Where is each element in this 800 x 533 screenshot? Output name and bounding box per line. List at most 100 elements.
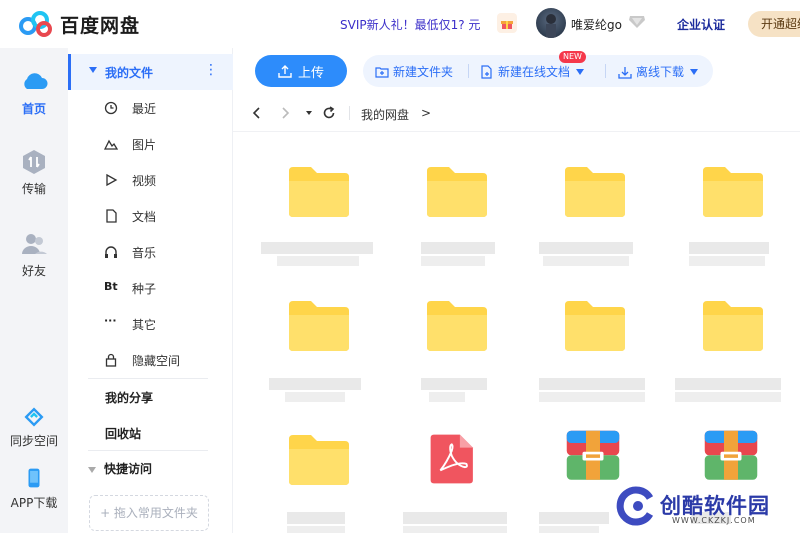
breadcrumb-bar: 我的网盘 > <box>233 94 800 132</box>
download-icon <box>618 66 632 79</box>
app-name: 百度网盘 <box>60 14 141 37</box>
sidebar-item-label: 图片 <box>132 138 157 152</box>
file-tile[interactable] <box>395 160 515 280</box>
toolbar-divider <box>605 64 606 78</box>
baidu-netdisk-logo-icon <box>19 11 52 37</box>
file-tile[interactable] <box>257 160 377 280</box>
quick-access-label: 快捷访问 <box>104 462 153 476</box>
sidebar-item-quick-access[interactable]: 快捷访问 <box>88 460 152 477</box>
svip-promo-link[interactable]: SVIP新人礼！最低仅1? 元 <box>340 16 480 33</box>
watermark-logo-icon <box>616 486 654 526</box>
sidebar-item-hidden-space[interactable]: 隐藏空间 <box>68 342 233 378</box>
play-icon <box>106 173 118 187</box>
sidebar-item-others[interactable]: ··· 其它 <box>68 306 233 342</box>
document-icon <box>106 209 117 223</box>
file-tile[interactable] <box>257 294 377 414</box>
pdf-file-icon <box>430 434 473 484</box>
sync-icon <box>24 407 44 427</box>
sidebar-item-recycle-bin[interactable]: 回收站 <box>105 425 141 442</box>
upload-button[interactable]: 上传 <box>255 55 347 87</box>
drop-zone-frequent-folders[interactable]: + 拖入常用文件夹 <box>89 495 209 531</box>
file-tile[interactable] <box>671 160 791 280</box>
new-folder-button[interactable]: 新建文件夹 <box>375 63 453 80</box>
vip-diamond-icon[interactable] <box>628 15 646 29</box>
file-name-redacted <box>257 504 377 533</box>
folder-icon <box>703 301 763 351</box>
sidebar-item-my-files[interactable]: 我的文件 ⋮ <box>68 54 233 90</box>
folder-icon <box>427 301 487 351</box>
username[interactable]: 唯爱纶go <box>571 16 622 33</box>
file-name-redacted <box>395 370 515 404</box>
chevron-down-icon <box>690 68 699 75</box>
gift-button[interactable] <box>497 13 517 33</box>
sidebar-item-label: 种子 <box>132 282 157 296</box>
collapse-caret-icon <box>88 466 96 473</box>
more-vertical-icon[interactable]: ⋮ <box>204 62 218 78</box>
sidebar-item-videos[interactable]: 视频 <box>68 162 233 198</box>
folder-icon <box>703 167 763 217</box>
refresh-icon[interactable] <box>321 105 337 121</box>
file-name-redacted <box>395 504 515 533</box>
chevron-down-icon <box>576 68 585 75</box>
rail-label-friends: 好友 <box>21 264 46 278</box>
file-grid <box>233 132 800 533</box>
sidebar-item-documents[interactable]: 文档 <box>68 198 233 234</box>
phone-icon <box>28 468 40 488</box>
bt-icon: Bt <box>104 280 118 293</box>
sidebar-item-label: 文档 <box>132 210 157 224</box>
folder-icon <box>427 167 487 217</box>
sidebar-item-my-share[interactable]: 我的分享 <box>105 389 153 406</box>
sidebar-item-music[interactable]: 音乐 <box>68 234 233 270</box>
sidebar-item-recent[interactable]: 最近 <box>68 90 233 126</box>
file-tile[interactable] <box>533 294 653 414</box>
friends-icon <box>22 234 47 254</box>
open-vip-button[interactable]: 开通超级 <box>748 11 800 37</box>
new-folder-label: 新建文件夹 <box>393 65 454 79</box>
sidebar-item-pictures[interactable]: 图片 <box>68 126 233 162</box>
breadcrumb-current[interactable]: 我的网盘 <box>361 106 409 123</box>
archive-file-icon <box>566 430 620 480</box>
file-tile[interactable] <box>257 428 377 533</box>
sidebar-item-torrents[interactable]: Bt 种子 <box>68 270 233 306</box>
rail-item-sync-space[interactable]: 同步空间 <box>0 406 68 449</box>
expand-caret-icon[interactable] <box>89 67 97 73</box>
sidebar-divider <box>88 450 208 451</box>
new-online-doc-button[interactable]: 新建在线文档 <box>480 63 585 80</box>
sidebar-item-label: 我的文件 <box>105 66 154 80</box>
transfer-icon <box>23 150 45 174</box>
file-name-redacted <box>671 236 791 270</box>
avatar-figure-icon <box>546 14 556 38</box>
rail-item-app-download[interactable]: APP下载 <box>0 466 68 511</box>
sidebar: 我的文件 ⋮ 最近 图片 视频 文档 音乐 Bt 种子 ··· 其它 隐藏空间 … <box>68 48 233 533</box>
file-name-redacted <box>533 370 653 404</box>
file-name-redacted <box>533 236 653 270</box>
enterprise-verify-link[interactable]: 企业认证 <box>677 16 725 33</box>
cloud-icon <box>24 73 48 89</box>
forward-arrow-icon[interactable] <box>277 105 293 121</box>
app-logo[interactable]: 百度网盘 <box>18 10 140 38</box>
rail-item-friends[interactable]: 好友 <box>0 230 68 279</box>
history-dropdown-icon[interactable] <box>301 105 317 121</box>
lock-icon <box>105 353 117 367</box>
rail-label-transfer: 传输 <box>21 182 46 196</box>
file-tile[interactable] <box>671 294 791 414</box>
archive-file-icon <box>704 430 758 480</box>
rail-label-app-download: APP下载 <box>10 496 58 510</box>
file-tile[interactable] <box>533 160 653 280</box>
back-arrow-icon[interactable] <box>249 105 265 121</box>
sidebar-item-label: 隐藏空间 <box>132 354 181 368</box>
folder-icon <box>565 301 625 351</box>
upload-label: 上传 <box>297 65 324 81</box>
file-name-redacted <box>395 236 515 270</box>
user-avatar[interactable] <box>536 8 566 38</box>
file-tile[interactable] <box>395 294 515 414</box>
sidebar-item-label: 音乐 <box>132 246 157 260</box>
rail-item-transfer[interactable]: 传输 <box>0 148 68 197</box>
rail-item-home[interactable]: 首页 <box>0 68 68 117</box>
new-online-doc-label: 新建在线文档 <box>498 65 571 79</box>
file-tile[interactable] <box>395 428 515 533</box>
offline-download-button[interactable]: 离线下载 <box>618 63 699 80</box>
file-name-redacted <box>671 370 791 404</box>
folder-icon <box>289 301 349 351</box>
new-badge: NEW <box>559 51 586 63</box>
